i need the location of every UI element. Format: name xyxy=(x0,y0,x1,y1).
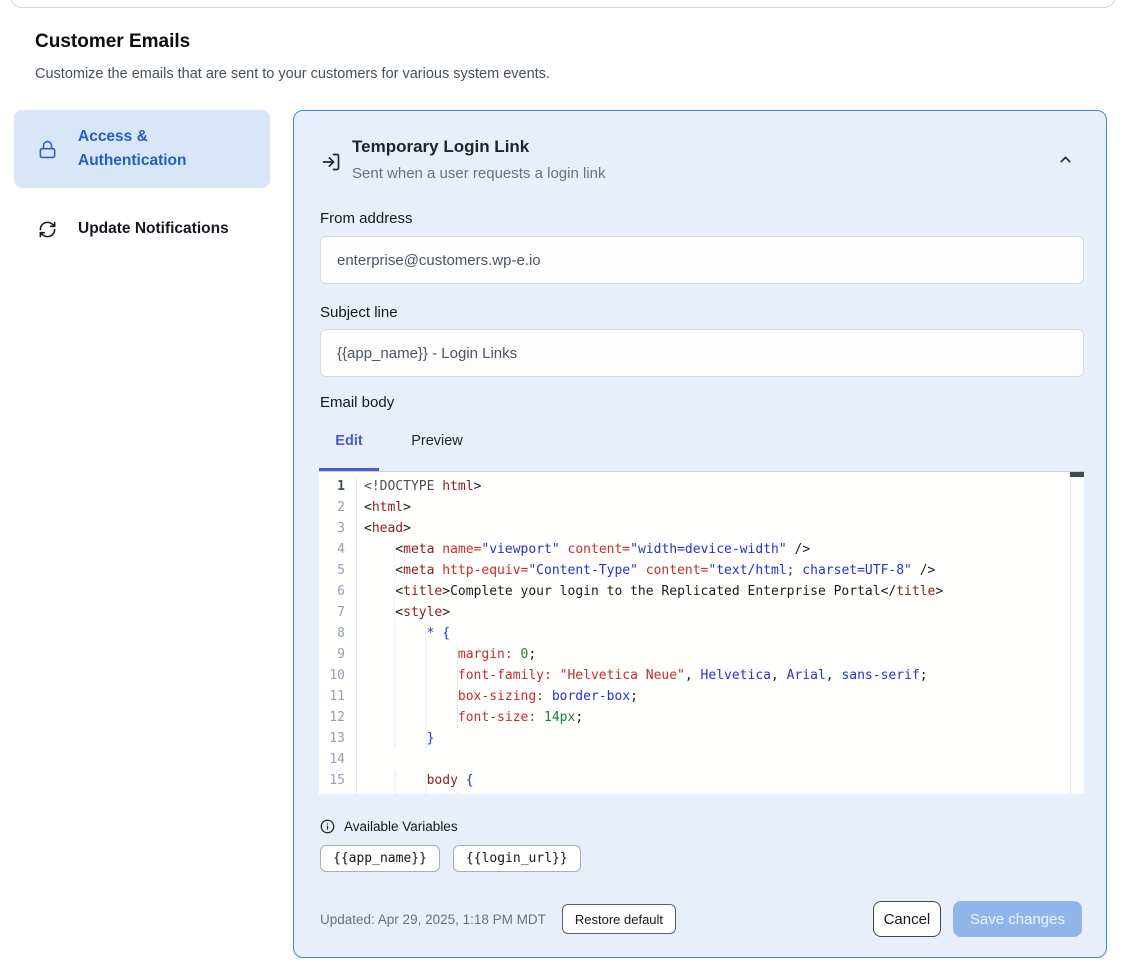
from-address-label: From address xyxy=(320,210,413,227)
line-number: 9 xyxy=(319,644,357,665)
chevron-up-icon[interactable] xyxy=(1057,151,1074,173)
code-line: 14 xyxy=(319,749,1084,770)
line-number: 8 xyxy=(319,623,357,644)
temporary-login-link-panel: Temporary Login Link Sent when a user re… xyxy=(293,110,1107,958)
log-in-icon xyxy=(321,152,341,177)
line-number: 16 xyxy=(319,791,357,794)
subject-line-input[interactable] xyxy=(320,329,1084,377)
refresh-icon xyxy=(38,220,57,239)
line-number: 2 xyxy=(319,497,357,518)
editor-scrollbar[interactable] xyxy=(1070,472,1084,794)
email-body-label: Email body xyxy=(320,394,394,411)
lock-icon xyxy=(38,140,57,159)
line-number: 7 xyxy=(319,602,357,623)
page-subtitle: Customize the emails that are sent to yo… xyxy=(35,66,550,82)
available-variables-row: Available Variables xyxy=(320,819,458,834)
code-line: 15body { xyxy=(319,770,1084,791)
line-number: 4 xyxy=(319,539,357,560)
code-line: 16background-color: #ffffff; xyxy=(319,791,1084,794)
line-number: 10 xyxy=(319,665,357,686)
customer-emails-page: Customer Emails Customize the emails tha… xyxy=(0,0,1128,980)
code-line: 11box-sizing: border-box; xyxy=(319,686,1084,707)
email-body-tabs: Edit Preview xyxy=(319,433,471,467)
sidebar-item-label: Update Notifications xyxy=(78,217,229,241)
previous-panel-edge xyxy=(10,0,1116,8)
line-number: 13 xyxy=(319,728,357,749)
code-line: 5<meta http-equiv="Content-Type" content… xyxy=(319,560,1084,581)
code-line: 3<head> xyxy=(319,518,1084,539)
code-line: 2<html> xyxy=(319,497,1084,518)
page-title: Customer Emails xyxy=(35,31,190,53)
sidebar-item-update-notifications[interactable]: Update Notifications xyxy=(14,207,270,251)
panel-title: Temporary Login Link xyxy=(352,137,529,157)
code-line: 4<meta name="viewport" content="width=de… xyxy=(319,539,1084,560)
line-number: 3 xyxy=(319,518,357,539)
restore-default-button[interactable]: Restore default xyxy=(562,904,676,934)
variable-chip[interactable]: {{login_url}} xyxy=(453,845,581,872)
panel-footer: Updated: Apr 29, 2025, 1:18 PM MDT Resto… xyxy=(320,901,1082,937)
variable-chip[interactable]: {{app_name}} xyxy=(320,845,440,872)
sidebar-item-label: Access & Authentication xyxy=(78,125,252,173)
code-line: 13} xyxy=(319,728,1084,749)
save-changes-button[interactable]: Save changes xyxy=(953,901,1082,937)
line-number: 14 xyxy=(319,749,357,770)
code-line: 7<style> xyxy=(319,602,1084,623)
line-number: 1 xyxy=(319,476,357,497)
sidebar-item-access-authentication[interactable]: Access & Authentication xyxy=(14,110,270,188)
variable-chips: {{app_name}} {{login_url}} xyxy=(320,845,581,872)
code-line: 1<!DOCTYPE html> xyxy=(319,476,1084,497)
code-editor[interactable]: 1<!DOCTYPE html>2<html>3<head>4<meta nam… xyxy=(319,471,1084,794)
tab-preview[interactable]: Preview xyxy=(403,433,471,467)
subject-line-label: Subject line xyxy=(320,304,398,321)
code-line: 10font-family: "Helvetica Neue", Helveti… xyxy=(319,665,1084,686)
from-address-input[interactable] xyxy=(320,236,1084,284)
info-icon xyxy=(320,819,335,834)
line-number: 15 xyxy=(319,770,357,791)
code-line: 6<title>Complete your login to the Repli… xyxy=(319,581,1084,602)
line-number: 11 xyxy=(319,686,357,707)
line-number: 5 xyxy=(319,560,357,581)
editor-scrollbar-thumb[interactable] xyxy=(1070,472,1084,477)
available-variables-label: Available Variables xyxy=(344,819,458,834)
code-line: 8* { xyxy=(319,623,1084,644)
line-number: 6 xyxy=(319,581,357,602)
code-line: 9margin: 0; xyxy=(319,644,1084,665)
line-number: 12 xyxy=(319,707,357,728)
tab-edit[interactable]: Edit xyxy=(319,433,379,467)
panel-subtitle: Sent when a user requests a login link xyxy=(352,165,605,182)
updated-timestamp: Updated: Apr 29, 2025, 1:18 PM MDT xyxy=(320,912,546,927)
cancel-button[interactable]: Cancel xyxy=(873,901,941,937)
code-line: 12font-size: 14px; xyxy=(319,707,1084,728)
